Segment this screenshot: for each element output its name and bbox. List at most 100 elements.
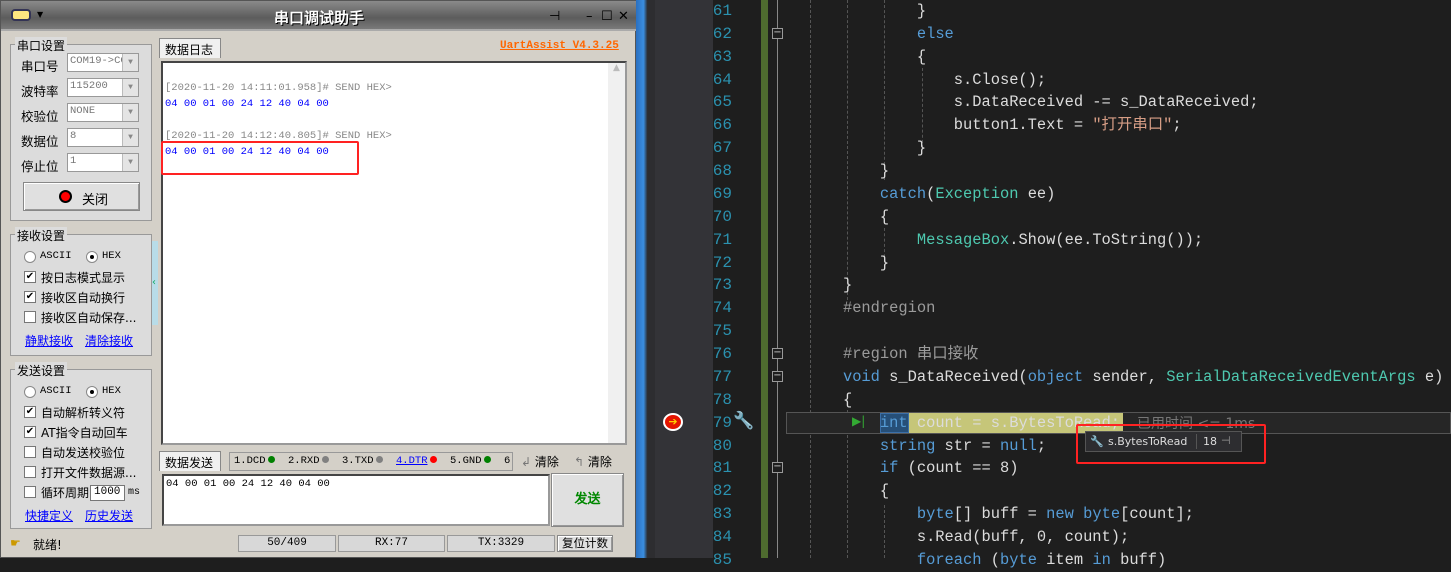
code-line[interactable]: } — [806, 137, 926, 160]
pin-indicator[interactable]: 2.RXD — [288, 455, 329, 467]
send-history-link[interactable]: 历史发送 — [85, 507, 133, 524]
code-line[interactable]: } — [806, 160, 889, 183]
minimize-button[interactable]: – — [586, 9, 593, 24]
field-select[interactable]: 8 ▼ — [67, 128, 139, 147]
highlight-box — [1076, 424, 1266, 464]
dropdown-arrow-icon[interactable]: ▼ — [122, 54, 138, 71]
pin-indicator[interactable]: 6. — [504, 455, 512, 467]
send-ascii-radio[interactable] — [24, 386, 36, 398]
maximize-button[interactable]: ☐ — [601, 9, 613, 24]
option-checkbox[interactable] — [24, 311, 36, 323]
close-port-button[interactable]: 关闭 — [23, 182, 140, 211]
code-token: ee) — [1018, 184, 1056, 203]
dropdown-arrow-icon[interactable]: ▼ — [122, 79, 138, 96]
silent-receive-link[interactable]: 静默接收 — [25, 332, 73, 349]
panel-collapse-handle[interactable]: ‹ — [152, 241, 158, 325]
code-line[interactable]: { — [806, 206, 889, 229]
option-checkbox[interactable]: ✔ — [24, 426, 36, 438]
code-line[interactable]: MessageBox.Show(ee.ToString()); — [806, 229, 1203, 252]
receive-ascii-radio[interactable] — [24, 251, 36, 263]
fold-toggle[interactable]: − — [772, 348, 783, 359]
code-line[interactable]: } — [806, 0, 926, 23]
code-line[interactable]: { — [806, 480, 889, 503]
option-label: 按日志模式显示 — [41, 271, 126, 285]
code-token: buff) — [1110, 550, 1167, 569]
code-line[interactable]: s.Close(); — [806, 69, 1046, 92]
code-line[interactable]: void s_DataReceived(object sender, Seria… — [806, 366, 1443, 389]
option-checkbox[interactable]: ✔ — [24, 406, 36, 418]
dropdown-arrow-icon[interactable]: ▼ — [122, 104, 138, 121]
code-line[interactable]: button1.Text = "打开串口"; — [806, 114, 1182, 137]
dropdown-arrow-icon[interactable]: ▼ — [122, 154, 138, 171]
code-token: .Show(ee.ToString()); — [1009, 230, 1204, 249]
code-token: "打开串口" — [1092, 116, 1173, 135]
code-line[interactable]: catch(Exception ee) — [806, 183, 1056, 206]
log-scrollbar[interactable]: ▲ — [608, 63, 625, 443]
option-checkbox[interactable] — [24, 446, 36, 458]
code-line[interactable]: string str = null; — [806, 435, 1046, 458]
clear-receive-button[interactable]: ↲ 清除 — [521, 453, 559, 470]
version-link[interactable]: UartAssist V4.3.25 — [500, 40, 619, 52]
outline-line — [777, 0, 778, 558]
code-line[interactable]: foreach (byte item in buff) — [806, 549, 1166, 572]
field-select[interactable]: 115200 ▼ — [67, 78, 139, 97]
option-checkbox[interactable] — [24, 466, 36, 478]
code-line[interactable]: if (count == 8) — [806, 457, 1019, 480]
code-line[interactable]: int count = s.BytesToRead; — [806, 412, 1120, 435]
code-token: #region 串口接收 — [842, 345, 979, 364]
code-line[interactable]: } — [806, 274, 852, 297]
clear-receive-link[interactable]: 清除接收 — [85, 332, 133, 349]
code-line[interactable]: else — [806, 23, 954, 46]
code-line[interactable]: #endregion — [806, 297, 935, 320]
code-token: SerialDataReceivedEventArgs — [1166, 367, 1416, 386]
status-rx: RX:77 — [338, 535, 445, 552]
option-checkbox[interactable]: ✔ — [24, 291, 36, 303]
clear2-label: 清除 — [587, 455, 612, 469]
send-button[interactable]: 发送 — [551, 473, 624, 527]
period-input[interactable]: 1000 — [90, 485, 125, 501]
code-line[interactable]: #region 串口接收 — [806, 343, 978, 366]
code-line[interactable]: { — [806, 46, 926, 69]
uart-assistant-window: ▼ 串口调试助手 ⊣ – ☐ ✕ 串口设置 关闭 接收设置 ASCII HEX … — [0, 0, 637, 558]
dropdown-arrow-icon[interactable]: ▼ — [122, 129, 138, 146]
tab-data-send[interactable]: 数据发送 — [159, 451, 221, 471]
receive-hex-radio[interactable] — [86, 251, 98, 263]
code-line[interactable]: s.Read(buff, 0, count); — [806, 526, 1129, 549]
option-checkbox[interactable] — [24, 486, 36, 498]
code-token: } — [806, 253, 890, 272]
field-select[interactable]: NONE ▼ — [67, 103, 139, 122]
field-select[interactable]: COM19->CC ▼ — [67, 53, 139, 72]
code-token: string — [879, 436, 936, 455]
code-line[interactable]: s.DataReceived -= s_DataReceived; — [806, 91, 1259, 114]
code-line[interactable]: byte[] buff = new byte[count]; — [806, 503, 1194, 526]
pin-indicator[interactable]: 3.TXD — [342, 455, 383, 467]
fold-toggle[interactable]: − — [772, 371, 783, 382]
line-number: 71 — [712, 230, 732, 249]
option-checkbox[interactable]: ✔ — [24, 271, 36, 283]
field-label: 校验位 — [21, 109, 59, 124]
field-value: 115200 — [70, 80, 108, 92]
pin-icon[interactable]: ⊣ — [549, 9, 560, 24]
send-hex-radio[interactable] — [86, 386, 98, 398]
line-number: 63 — [712, 47, 732, 66]
reset-count-button[interactable]: 复位计数 — [557, 535, 613, 552]
field-select[interactable]: 1 ▼ — [67, 153, 139, 172]
fold-toggle[interactable]: − — [772, 462, 783, 473]
close-window-button[interactable]: ✕ — [618, 9, 629, 24]
field-value: NONE — [70, 105, 96, 117]
code-line[interactable]: { — [806, 389, 852, 412]
breakpoint-arrow-icon[interactable]: ➔ — [663, 413, 683, 431]
line-number: 64 — [712, 70, 732, 89]
log-area[interactable]: ▲ — [161, 61, 627, 445]
line-number: 61 — [712, 2, 732, 20]
quick-define-link[interactable]: 快捷定义 — [25, 507, 73, 524]
clear-send-button[interactable]: ↰ 清除 — [574, 453, 612, 470]
fold-toggle[interactable]: − — [772, 28, 783, 39]
pin-indicator[interactable]: 4.DTR — [396, 455, 437, 467]
tab-data-log[interactable]: 数据日志 — [159, 38, 221, 58]
pin-indicator[interactable]: 5.GND — [450, 455, 491, 467]
send-input[interactable]: 04 00 01 00 24 12 40 04 00 — [162, 474, 550, 526]
pin-indicator[interactable]: 1.DCD — [234, 455, 275, 467]
arrow-down-icon: ↲ — [521, 455, 532, 469]
code-line[interactable]: } — [806, 252, 889, 275]
